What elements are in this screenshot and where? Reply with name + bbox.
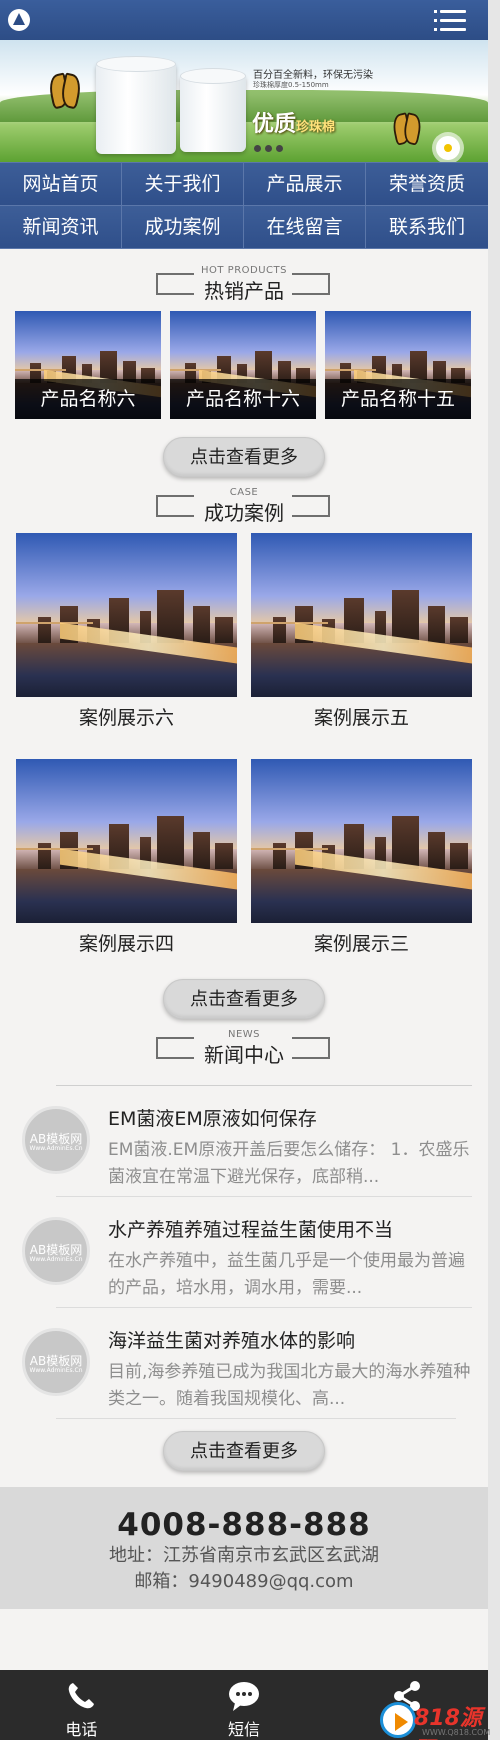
- news-summary: EM菌液.EM原液开盖后要怎么储存： 1．农盛乐菌液宜在常温下避光保存，底部稍.…: [108, 1140, 470, 1187]
- news-item[interactable]: AB模板网 Www.AdminEs.Cn 水产养殖养殖过程益生菌使用不当 在水产养…: [22, 1196, 472, 1307]
- product-card[interactable]: 产品名称六: [15, 311, 161, 419]
- banner-subslogan: 珍珠棉厚度0.5-150mm: [253, 81, 329, 89]
- nav-products[interactable]: 产品展示: [244, 163, 366, 206]
- case-name: 案例展示四: [78, 933, 174, 955]
- banner-dots[interactable]: [254, 145, 283, 152]
- product-name: 产品名称六: [15, 379, 161, 419]
- news-summary: 目前,海参养殖已成为我国北方最大的海水养殖种类之一。随着我国规模化、高...: [108, 1362, 471, 1409]
- section-title-news: NEWS 新闻中心: [0, 1029, 488, 1069]
- news-avatar: AB模板网 Www.AdminEs.Cn: [22, 1328, 90, 1396]
- avatar-subtext: Www.AdminEs.Cn: [29, 1367, 83, 1374]
- products-more-wrap: 点击查看更多: [0, 419, 488, 487]
- banner-quality-text: 优质珍珠棉: [252, 106, 335, 138]
- flower-icon: [436, 136, 460, 160]
- nav-contact[interactable]: 联系我们: [366, 206, 488, 249]
- product-name: 产品名称十五: [325, 379, 471, 419]
- case-card[interactable]: 案例展示六: [16, 533, 237, 739]
- avatar-text: AB模板网: [29, 1243, 83, 1257]
- case-card[interactable]: 案例展示四: [16, 759, 237, 965]
- nav-news[interactable]: 新闻资讯: [0, 206, 122, 249]
- watermark-url: WWW.Q818.COM: [422, 1728, 491, 1737]
- avatar-subtext: Www.AdminEs.Cn: [29, 1145, 83, 1152]
- butterfly-icon: [50, 74, 80, 108]
- mobile-page: 百分百全新料，环保无污染 珍珠棉厚度0.5-150mm 优质珍珠棉 网站首页 关…: [0, 0, 488, 1740]
- contact-phone[interactable]: 4008-888-888: [0, 1487, 488, 1543]
- top-header: [0, 0, 488, 40]
- section-title-cn: 热销产品: [204, 279, 284, 303]
- nav-cases[interactable]: 成功案例: [122, 206, 244, 249]
- contact-address: 地址：江苏省南京市玄武区玄武湖: [109, 1545, 379, 1566]
- news-title: EM菌液EM原液如何保存: [108, 1108, 317, 1130]
- scrollbar-rail[interactable]: [488, 0, 500, 1740]
- site-watermark: 818源码 WWW.Q818.COM: [380, 1700, 492, 1740]
- case-image: [251, 533, 472, 697]
- message-icon: [227, 1680, 261, 1712]
- foam-roll-image: [180, 68, 246, 152]
- news-more-wrap: 点击查看更多: [0, 1419, 488, 1481]
- play-logo-icon: [380, 1702, 416, 1738]
- case-name: 案例展示六: [78, 707, 174, 729]
- footer-phone-label: 电话: [65, 1720, 98, 1739]
- news-summary: 在水产养殖中，益生菌几乎是一个使用最为普遍的产品，培水用，调水用，需要...: [108, 1251, 465, 1298]
- banner-quality-sub: 珍珠棉: [296, 120, 336, 135]
- news-avatar: AB模板网 Www.AdminEs.Cn: [22, 1106, 90, 1174]
- case-name: 案例展示五: [313, 707, 409, 729]
- avatar-text: AB模板网: [29, 1132, 83, 1146]
- product-card[interactable]: 产品名称十五: [325, 311, 471, 419]
- news-item[interactable]: AB模板网 Www.AdminEs.Cn 海洋益生菌对养殖水体的影响 目前,海参养…: [22, 1307, 472, 1418]
- footer-sms-button[interactable]: 短信: [163, 1670, 326, 1740]
- section-title-products: HOT PRODUCTS 热销产品: [0, 265, 488, 305]
- phone-icon: [64, 1680, 98, 1712]
- case-image: [16, 533, 237, 697]
- banner-quality: 优质: [252, 112, 297, 137]
- main-nav: 网站首页 关于我们 产品展示 荣誉资质 新闻资讯 成功案例 在线留言 联系我们: [0, 162, 488, 249]
- footer-phone-button[interactable]: 电话: [0, 1670, 163, 1740]
- section-title-cn: 新闻中心: [204, 1043, 284, 1067]
- products-more-button[interactable]: 点击查看更多: [163, 437, 325, 477]
- avatar-text: AB模板网: [29, 1354, 83, 1368]
- foam-roll-image: [96, 56, 176, 154]
- news-list: AB模板网 Www.AdminEs.Cn EM菌液EM原液如何保存 EM菌液.EM…: [0, 1081, 488, 1419]
- news-title: 海洋益生菌对养殖水体的影响: [108, 1330, 356, 1352]
- butterfly-icon: [394, 114, 421, 145]
- section-title-cn: 成功案例: [204, 501, 284, 525]
- case-card[interactable]: 案例展示五: [251, 533, 472, 739]
- news-divider: [56, 1418, 456, 1419]
- case-card[interactable]: 案例展示三: [251, 759, 472, 965]
- section-title-cases: CASE 成功案例: [0, 487, 488, 527]
- nav-home[interactable]: 网站首页: [0, 163, 122, 206]
- case-image: [251, 759, 472, 923]
- news-title: 水产养殖养殖过程益生菌使用不当: [108, 1219, 394, 1241]
- cases-more-wrap: 点击查看更多: [0, 965, 488, 1029]
- banner-slogan: 百分百全新料，环保无污染: [253, 70, 373, 81]
- news-more-button[interactable]: 点击查看更多: [163, 1431, 325, 1471]
- footer-sms-label: 短信: [228, 1720, 261, 1739]
- contact-block: 4008-888-888 地址：江苏省南京市玄武区玄武湖 邮箱：9490489@…: [0, 1487, 488, 1609]
- product-name: 产品名称十六: [170, 379, 316, 419]
- product-list: 产品名称六 产品名称十六 产品名称十五: [0, 311, 488, 419]
- nav-about[interactable]: 关于我们: [122, 163, 244, 206]
- nav-honors[interactable]: 荣誉资质: [366, 163, 488, 206]
- case-name: 案例展示三: [313, 933, 409, 955]
- banner[interactable]: 百分百全新料，环保无污染 珍珠棉厚度0.5-150mm 优质珍珠棉: [0, 40, 488, 162]
- cases-more-button[interactable]: 点击查看更多: [163, 979, 325, 1019]
- contact-email[interactable]: 邮箱：9490489@qq.com: [0, 1569, 488, 1595]
- nav-message[interactable]: 在线留言: [244, 206, 366, 249]
- news-item[interactable]: AB模板网 Www.AdminEs.Cn EM菌液EM原液如何保存 EM菌液.EM…: [22, 1085, 472, 1196]
- avatar-subtext: Www.AdminEs.Cn: [29, 1256, 83, 1263]
- logo-icon[interactable]: [8, 9, 30, 31]
- news-avatar: AB模板网 Www.AdminEs.Cn: [22, 1217, 90, 1285]
- case-image: [16, 759, 237, 923]
- product-card[interactable]: 产品名称十六: [170, 311, 316, 419]
- hamburger-menu-icon[interactable]: [434, 8, 466, 32]
- case-list: 案例展示六 案例展示五 案例展示四 案例展示三: [0, 533, 488, 965]
